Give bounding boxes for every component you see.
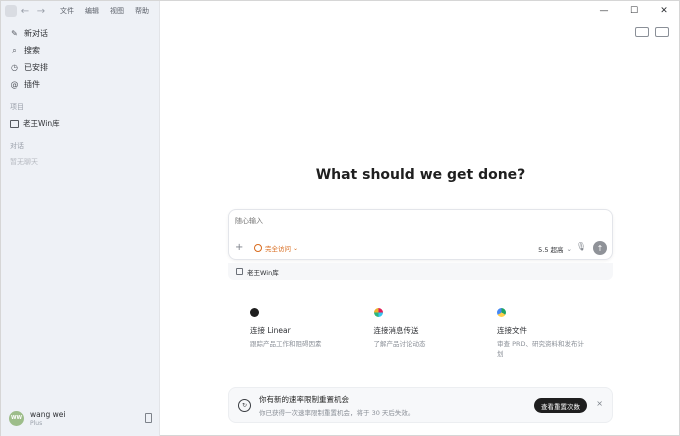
access-mode-label: 完全访问 xyxy=(265,245,291,253)
back-icon[interactable]: ← xyxy=(17,6,33,17)
card-desc: 跟踪产品工作和阻碍因素 xyxy=(250,340,322,348)
connect-files-card[interactable]: 连接文件 审查 PRD、研究资料和发布计划 xyxy=(487,302,600,358)
composer: + 完全访问 ⌄ 5.5 超高 ⌄ 🎙 ↑ xyxy=(228,209,613,260)
folder-icon xyxy=(236,268,243,275)
sidebar-item-new-chat[interactable]: ✎ 新对话 xyxy=(1,25,160,42)
sidebar-item-label: 插件 xyxy=(24,80,40,89)
repo-label: 老王Win库 xyxy=(247,268,279,277)
card-title: 连接 Linear xyxy=(250,326,291,335)
plugin-icon: @ xyxy=(10,80,19,89)
reset-icon: ↻ xyxy=(238,399,251,412)
model-selector[interactable]: 5.5 超高 ⌄ xyxy=(538,244,572,254)
sidebar-item-label: 已安排 xyxy=(24,63,48,72)
avatar: WW xyxy=(9,410,24,426)
banner-desc: 你已获得一次速率限制重置机会，将于 30 天后失效。 xyxy=(259,409,415,417)
menu-help[interactable]: 帮助 xyxy=(135,6,149,16)
microphone-icon[interactable]: 🎙 xyxy=(576,242,586,251)
edit-icon: ✎ xyxy=(11,29,18,38)
user-name: wang wei xyxy=(30,409,66,419)
user-plan: Plus xyxy=(30,419,43,427)
project-label: 老王Win库 xyxy=(23,119,60,128)
close-icon[interactable]: ✕ xyxy=(649,1,679,21)
shield-icon xyxy=(254,244,262,252)
page-title: What should we get done? xyxy=(315,167,526,183)
sidebar-nav: ✎ 新对话 ⌕ 搜索 ◷ 已安排 @ 插件 项目 老王Win库 对话 暂无聊天 xyxy=(1,25,160,170)
chevron-down-icon: ⌄ xyxy=(293,244,299,252)
menu-view[interactable]: 视图 xyxy=(110,6,124,16)
card-desc: 审查 PRD、研究资料和发布计划 xyxy=(497,340,585,358)
window-controls: — ☐ ✕ xyxy=(589,1,679,21)
sidebar: ← → 文件 编辑 视图 帮助 ✎ 新对话 ⌕ 搜索 ◷ 已安排 @ 插件 项目… xyxy=(1,1,160,436)
toolbar-icons xyxy=(629,27,669,37)
clipboard-icon[interactable] xyxy=(145,413,152,423)
folder-icon xyxy=(10,119,19,128)
send-button[interactable]: ↑ xyxy=(593,241,607,255)
close-icon[interactable]: × xyxy=(596,399,603,408)
empty-conversations: 暂无聊天 xyxy=(10,158,38,166)
connect-messaging-card[interactable]: 连接消息传送 了解产品讨论动态 xyxy=(364,302,477,356)
sidebar-item-label: 搜索 xyxy=(24,46,40,55)
chevron-down-icon: ⌄ xyxy=(566,245,572,253)
drive-icon xyxy=(497,308,506,317)
sidebar-item-plugins[interactable]: @ 插件 xyxy=(1,76,160,93)
rate-limit-banner: ↻ 你有新的速率限制重置机会 你已获得一次速率限制重置机会，将于 30 天后失效… xyxy=(228,387,613,423)
connector-cards: 连接 Linear 跟踪产品工作和阻碍因素 连接消息传送 了解产品讨论动态 连接… xyxy=(240,302,600,358)
sidebar-item-search[interactable]: ⌕ 搜索 xyxy=(1,42,160,59)
panel-toggle-icon[interactable] xyxy=(655,27,669,37)
terminal-icon[interactable] xyxy=(635,27,649,37)
banner-title: 你有新的速率限制重置机会 xyxy=(259,395,349,404)
prompt-input[interactable] xyxy=(235,217,535,225)
menubar: ← → 文件 编辑 视图 帮助 xyxy=(1,1,160,21)
card-title: 连接消息传送 xyxy=(373,326,419,335)
linear-icon xyxy=(250,308,259,317)
menu-edit[interactable]: 编辑 xyxy=(85,6,99,16)
project-item[interactable]: 老王Win库 xyxy=(1,115,160,132)
access-mode-dropdown[interactable]: 完全访问 ⌄ xyxy=(254,243,298,253)
model-label: 5.5 超高 xyxy=(538,246,564,254)
conversations-section-label: 对话 xyxy=(10,142,24,150)
menu-file[interactable]: 文件 xyxy=(60,6,74,16)
clock-icon: ◷ xyxy=(11,63,18,72)
user-profile[interactable]: WW wang wei Plus xyxy=(1,405,160,431)
slack-icon xyxy=(373,308,383,317)
forward-icon[interactable]: → xyxy=(33,6,49,17)
view-resets-button[interactable]: 查看重置次数 xyxy=(534,398,587,413)
search-icon: ⌕ xyxy=(12,45,17,55)
minimize-icon[interactable]: — xyxy=(589,1,619,21)
add-attachment-button[interactable]: + xyxy=(235,242,243,253)
projects-section-label: 项目 xyxy=(10,103,24,111)
connect-linear-card[interactable]: 连接 Linear 跟踪产品工作和阻碍因素 xyxy=(240,302,353,356)
card-title: 连接文件 xyxy=(497,326,527,335)
sidebar-item-scheduled[interactable]: ◷ 已安排 xyxy=(1,59,160,76)
card-desc: 了解产品讨论动态 xyxy=(373,340,426,348)
app-window: ← → 文件 编辑 视图 帮助 ✎ 新对话 ⌕ 搜索 ◷ 已安排 @ 插件 项目… xyxy=(0,0,680,436)
repo-selector[interactable]: 老王Win库 xyxy=(228,263,613,280)
app-icon xyxy=(5,5,17,17)
maximize-icon[interactable]: ☐ xyxy=(619,1,649,21)
sidebar-item-label: 新对话 xyxy=(24,29,48,38)
